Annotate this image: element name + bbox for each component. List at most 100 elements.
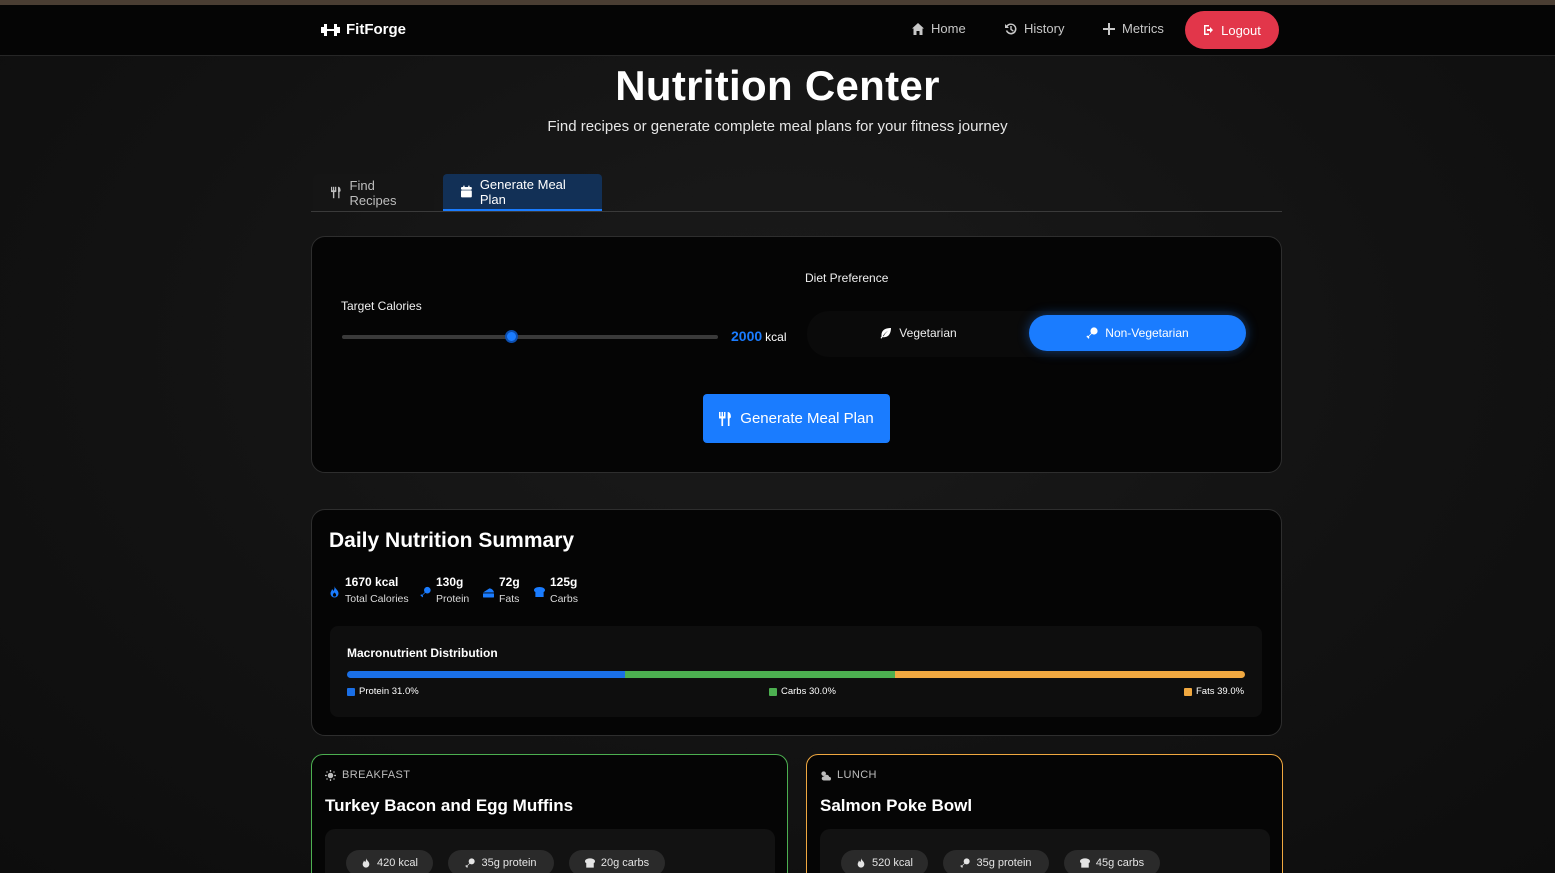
meal-macros: 520 kcal 35g protein 45g carbs: [820, 829, 1270, 873]
diet-non-vegetarian-button[interactable]: Non-Vegetarian: [1029, 315, 1246, 351]
stat-carbs-value: 125g: [550, 575, 578, 589]
stat-fats-value: 72g: [499, 575, 520, 589]
tab-generate-meal-plan[interactable]: Generate Meal Plan: [443, 174, 602, 211]
meal-carbs-pill: 45g carbs: [1064, 850, 1160, 873]
stat-calories-value: 1670 kcal: [345, 575, 399, 589]
navbar: FitForge Home History Metrics Logout: [0, 5, 1555, 56]
meal-protein-pill: 35g protein: [943, 850, 1049, 873]
stat-protein-label: Protein: [436, 593, 470, 605]
legend-carbs-text: Carbs 30.0%: [781, 686, 836, 697]
meal-protein: 35g protein: [976, 857, 1032, 869]
bread-icon: [1079, 858, 1090, 868]
stat-calories-label: Total Calories: [345, 593, 409, 605]
flame-icon: [330, 586, 339, 598]
bread-icon: [534, 586, 545, 598]
meal-carbs: 20g carbs: [600, 857, 650, 869]
nav-home[interactable]: Home: [911, 21, 966, 36]
meal-tag-label: BREAKFAST: [342, 769, 411, 781]
logout-icon: [1204, 25, 1214, 35]
nav-history-label: History: [1024, 21, 1065, 36]
stat-carbs-label: Carbs: [550, 593, 579, 605]
dumbbell-icon: [321, 23, 340, 36]
stat-fats: 72g Fats: [483, 575, 520, 605]
logout-button[interactable]: Logout: [1185, 11, 1279, 49]
target-calories-label: Target Calories: [341, 299, 422, 313]
meal-carbs: 45g carbs: [1095, 857, 1145, 869]
generate-meal-plan-label: Generate Meal Plan: [740, 410, 874, 427]
diet-toggle-group: Vegetarian Non-Vegetarian: [807, 311, 1250, 357]
diet-vegetarian-label: Vegetarian: [899, 326, 957, 340]
meal-name: Turkey Bacon and Egg Muffins: [325, 796, 574, 815]
brand-name: FitForge: [346, 21, 406, 38]
diet-non-vegetarian-label: Non-Vegetarian: [1105, 326, 1189, 340]
meal-tag: LUNCH: [820, 769, 877, 781]
page-subtitle: Find recipes or generate complete meal p…: [547, 118, 1008, 135]
nav-metrics[interactable]: Metrics: [1102, 21, 1164, 36]
meal-macros: 420 kcal 35g protein 20g carbs: [325, 829, 775, 873]
meal-kcal: 520 kcal: [872, 857, 913, 869]
cloud-sun-icon: [821, 770, 831, 781]
home-icon: [912, 22, 924, 35]
stat-carbs: 125g Carbs: [534, 575, 578, 605]
drumstick-icon: [465, 858, 476, 868]
macro-distribution: Macronutrient Distribution Protein 31.0%…: [330, 626, 1262, 717]
diet-vegetarian-button[interactable]: Vegetarian: [811, 315, 1026, 351]
nav-metrics-label: Metrics: [1122, 21, 1164, 36]
drumstick-icon: [420, 586, 431, 598]
plus-icon: [1103, 22, 1115, 35]
meal-protein: 35g protein: [481, 857, 537, 869]
meal-kcal-pill: 520 kcal: [841, 850, 928, 873]
meal-carbs-pill: 20g carbs: [569, 850, 665, 873]
meal-plan-form: Target Calories 2000 kcal Diet Preference…: [311, 236, 1282, 473]
stat-total-calories: 1670 kcal Total Calories: [329, 575, 409, 605]
meal-tag-label: LUNCH: [837, 769, 877, 781]
nav-history[interactable]: History: [1004, 21, 1064, 36]
drumstick-icon: [960, 858, 971, 868]
macro-bar: [347, 671, 1245, 678]
diet-preference-label: Diet Preference: [805, 271, 889, 285]
meal-card-lunch[interactable]: LUNCH Salmon Poke Bowl 520 kcal 35g prot…: [806, 754, 1283, 873]
bread-icon: [584, 858, 595, 868]
summary-title: Daily Nutrition Summary: [329, 529, 575, 552]
flame-icon: [362, 858, 370, 868]
generate-meal-plan-button[interactable]: Generate Meal Plan: [703, 394, 890, 443]
cheese-icon: [483, 588, 494, 598]
calories-unit: kcal: [765, 330, 787, 344]
legend-protein-text: Protein 31.0%: [359, 686, 419, 697]
calendar-icon: [461, 185, 472, 198]
meal-name: Salmon Poke Bowl: [820, 796, 973, 815]
calories-number: 2000: [731, 328, 763, 344]
utensils-icon: [719, 411, 732, 426]
legend-protein: Protein 31.0%: [347, 686, 419, 697]
flame-icon: [857, 858, 865, 868]
meal-kcal-pill: 420 kcal: [346, 850, 433, 873]
macro-bar-protein: [347, 671, 626, 678]
tab-generate-meal-plan-label: Generate Meal Plan: [479, 176, 566, 207]
nav-home-label: Home: [931, 21, 966, 36]
meal-protein-pill: 35g protein: [448, 850, 554, 873]
utensils-icon: [331, 186, 341, 199]
legend-carbs: Carbs 30.0%: [769, 686, 836, 697]
legend-carbs-swatch: [769, 687, 777, 696]
logout-label: Logout: [1221, 22, 1261, 38]
legend-protein-swatch: [347, 687, 355, 696]
daily-nutrition-summary: Daily Nutrition Summary 1670 kcal Total C…: [311, 509, 1282, 736]
brand[interactable]: FitForge: [321, 21, 406, 38]
stat-protein: 130g Protein: [420, 575, 469, 605]
leaf-icon: [880, 328, 892, 339]
calories-value: 2000 kcal: [731, 328, 787, 344]
legend-fats-swatch: [1184, 687, 1192, 696]
macro-title: Macronutrient Distribution: [347, 646, 498, 660]
tab-find-recipes[interactable]: Find Recipes: [313, 174, 434, 211]
calories-slider-track[interactable]: [342, 335, 718, 339]
stat-fats-label: Fats: [499, 593, 520, 605]
calories-slider-thumb[interactable]: [504, 330, 518, 343]
page-title: Nutrition Center: [615, 62, 940, 109]
sun-icon: [325, 769, 336, 781]
tab-find-recipes-label: Find Recipes: [349, 177, 397, 208]
meal-kcal: 420 kcal: [377, 857, 418, 869]
meal-card-breakfast[interactable]: BREAKFAST Turkey Bacon and Egg Muffins 4…: [311, 754, 788, 873]
legend-fats-text: Fats 39.0%: [1196, 686, 1245, 697]
tabs-divider: [311, 211, 1282, 212]
macro-bar-carbs: [625, 671, 895, 678]
